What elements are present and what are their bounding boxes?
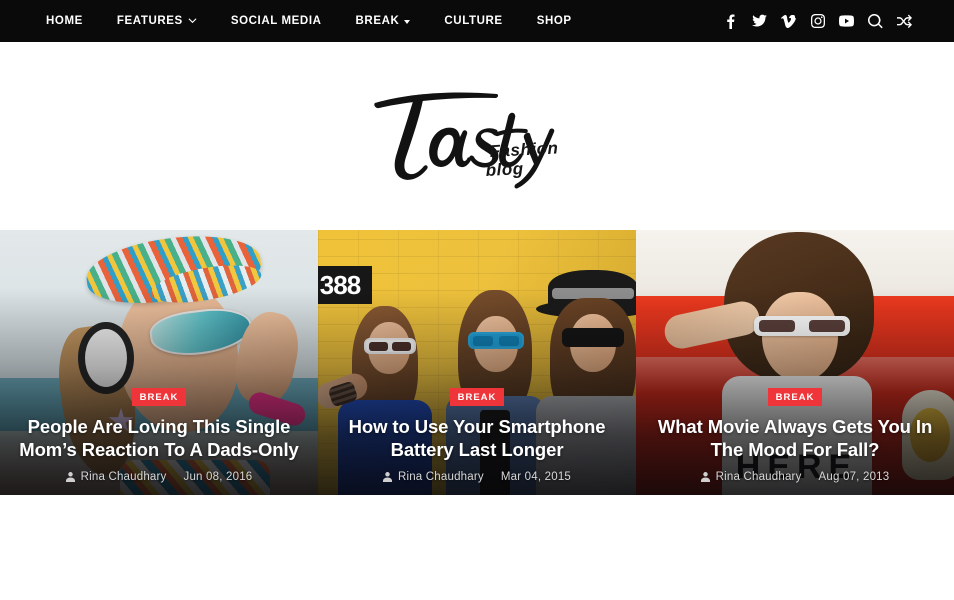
post-title[interactable]: How to Use Your Smartphone Battery Last … [334, 415, 620, 462]
user-icon [700, 472, 710, 482]
instagram-icon[interactable] [810, 13, 825, 29]
svg-text:Fashion: Fashion [489, 138, 559, 161]
post-author: Rina Chaudhary [715, 471, 802, 483]
social-links [723, 13, 912, 29]
svg-text:blog: blog [485, 159, 524, 180]
post-title[interactable]: What Movie Always Gets You In The Mood F… [652, 415, 938, 462]
post-meta: Rina Chaudhary Jun 08, 2016 [16, 471, 302, 483]
nav-item-label: SOCIAL MEDIA [230, 15, 322, 27]
category-badge[interactable]: BREAK [767, 387, 823, 406]
shuffle-icon[interactable] [897, 13, 912, 29]
chevron-down-icon [188, 16, 197, 25]
post-date: Aug 07, 2013 [818, 471, 890, 483]
featured-card[interactable]: BREAK People Are Loving This Single Mom’… [0, 230, 318, 495]
nav-item-home[interactable]: HOME [46, 0, 100, 42]
nav-item-shop[interactable]: SHOP [520, 0, 589, 42]
post-date: Jun 08, 2016 [183, 471, 253, 483]
nav-menu: HOME FEATURES SOCIAL MEDIA BREAK CULTURE… [46, 0, 589, 42]
facebook-icon[interactable] [723, 13, 738, 29]
featured-card[interactable]: 388 BREAK How to Use Your Smartphone Bat… [318, 230, 636, 495]
advertisement-section: The thin, light & portable tablet from G… [0, 495, 954, 600]
featured-posts-row: BREAK People Are Loving This Single Mom’… [0, 230, 954, 495]
category-badge[interactable]: BREAK [449, 387, 505, 406]
nav-item-label: FEATURES [116, 15, 183, 27]
featured-card[interactable]: HERE BREAK What Movie Always Gets You In… [636, 230, 954, 495]
post-date: Mar 04, 2015 [500, 471, 572, 483]
vimeo-icon[interactable] [781, 13, 796, 29]
page-root: HOME FEATURES SOCIAL MEDIA BREAK CULTURE… [0, 0, 954, 600]
post-title[interactable]: People Are Loving This Single Mom’s Reac… [16, 415, 302, 462]
site-logo[interactable]: Fashion blog [357, 81, 597, 191]
site-header: Fashion blog [0, 42, 954, 230]
user-icon [382, 472, 392, 482]
nav-item-label: BREAK [355, 15, 400, 27]
post-meta: Rina Chaudhary Mar 04, 2015 [334, 471, 620, 483]
nav-item-label: HOME [46, 15, 83, 27]
nav-item-break[interactable]: BREAK [339, 0, 428, 42]
featured-card-body: BREAK What Movie Always Gets You In The … [636, 387, 954, 495]
post-author: Rina Chaudhary [80, 471, 167, 483]
youtube-icon[interactable] [839, 13, 854, 29]
twitter-icon[interactable] [752, 13, 767, 29]
category-badge[interactable]: BREAK [131, 387, 187, 406]
user-icon [65, 472, 75, 482]
featured-card-body: BREAK People Are Loving This Single Mom’… [0, 387, 318, 495]
top-navigation-bar: HOME FEATURES SOCIAL MEDIA BREAK CULTURE… [0, 0, 954, 42]
featured-card-body: BREAK How to Use Your Smartphone Battery… [318, 387, 636, 495]
nav-item-label: CULTURE [444, 15, 503, 27]
post-author: Rina Chaudhary [397, 471, 484, 483]
nav-item-social-media[interactable]: SOCIAL MEDIA [214, 0, 339, 42]
nav-item-culture[interactable]: CULTURE [427, 0, 519, 42]
search-icon[interactable] [868, 13, 883, 29]
caret-down-icon [404, 20, 411, 24]
nav-item-label: SHOP [536, 15, 572, 27]
post-meta: Rina Chaudhary Aug 07, 2013 [652, 471, 938, 483]
nav-item-features[interactable]: FEATURES [100, 0, 214, 42]
